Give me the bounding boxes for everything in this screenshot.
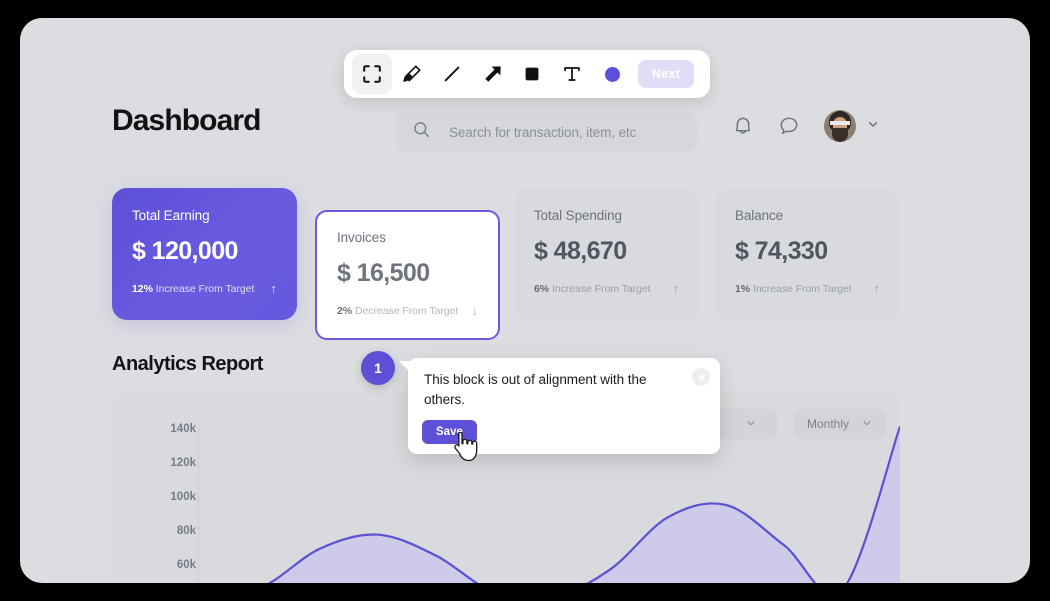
trend-up-arrow-icon: ↑: [270, 281, 278, 296]
search-icon: [412, 120, 431, 144]
screenshot-root: Dashboard Search for transaction, item, …: [0, 0, 1050, 601]
frame-select-icon[interactable]: [352, 54, 392, 94]
card-footer: 6% Increase From Target ↑: [534, 282, 679, 295]
card-value: $ 120,000: [132, 237, 238, 265]
card-delta: 6%: [534, 282, 550, 295]
chevron-down-icon[interactable]: [866, 117, 880, 136]
arrow-icon[interactable]: [472, 54, 512, 94]
page-title: Dashboard: [112, 104, 262, 137]
card-label: Total Earning: [132, 208, 210, 223]
chat-icon[interactable]: [778, 115, 800, 137]
app-header: Dashboard Search for transaction, item, …: [20, 90, 1030, 176]
avatar: [824, 110, 856, 142]
analytics-title: Analytics Report: [112, 353, 263, 375]
next-button[interactable]: Next: [638, 60, 694, 88]
header-actions: [732, 110, 880, 142]
app-canvas: Dashboard Search for transaction, item, …: [20, 18, 1030, 583]
line-icon[interactable]: [432, 54, 472, 94]
stat-card-invoices[interactable]: Invoices $ 16,500 2% Decrease From Targe…: [315, 210, 500, 340]
card-label: Invoices: [337, 230, 386, 245]
chart-y-axis: 140k 120k 100k 80k 60k: [134, 423, 196, 571]
card-delta-text: Increase From Target: [551, 282, 651, 295]
y-tick: 60k: [176, 559, 196, 571]
card-delta-text: Increase From Target: [752, 282, 852, 295]
card-label: Balance: [735, 208, 784, 223]
y-tick: 120k: [170, 457, 196, 469]
trend-down-arrow-icon: ↓: [471, 303, 479, 318]
card-footer: 1% Increase From Target ↑: [735, 282, 880, 295]
comment-popup[interactable]: This block is out of alignment with the …: [399, 358, 720, 454]
card-value: $ 74,330: [735, 237, 828, 265]
close-icon[interactable]: [692, 368, 710, 386]
user-menu[interactable]: [824, 110, 880, 142]
card-delta: 12%: [132, 282, 153, 295]
card-delta: 2%: [337, 304, 353, 317]
search-placeholder: Search for transaction, item, etc: [449, 124, 637, 140]
highlighter-icon[interactable]: [392, 54, 432, 94]
y-tick: 140k: [170, 423, 196, 435]
card-value: $ 16,500: [337, 259, 430, 287]
search-input[interactable]: Search for transaction, item, etc: [396, 111, 697, 153]
annotation-toolbar: Next: [344, 50, 710, 98]
card-delta: 1%: [735, 282, 751, 295]
square-icon[interactable]: [512, 54, 552, 94]
card-value: $ 48,670: [534, 237, 627, 265]
color-swatch-icon[interactable]: [592, 54, 632, 94]
card-footer: 2% Decrease From Target ↓: [337, 304, 478, 317]
stat-card-total-earning[interactable]: Total Earning $ 120,000 12% Increase Fro…: [112, 188, 297, 320]
text-icon[interactable]: [552, 54, 592, 94]
card-footer: 12% Increase From Target ↑: [132, 282, 277, 295]
chart-axis-line: [198, 427, 199, 583]
y-tick: 80k: [176, 525, 196, 537]
card-delta-text: Increase From Target: [155, 282, 255, 295]
trend-up-arrow-icon: ↑: [873, 281, 881, 296]
save-button[interactable]: Save: [422, 420, 477, 444]
trend-up-arrow-icon: ↑: [672, 281, 680, 296]
comment-text: This block is out of alignment with the …: [424, 372, 647, 407]
card-delta-text: Decrease From Target: [354, 304, 459, 317]
bell-icon[interactable]: [732, 114, 754, 138]
stat-card-total-spending[interactable]: Total Spending $ 48,670 6% Increase From…: [514, 188, 699, 320]
comment-badge[interactable]: 1: [361, 351, 395, 385]
y-tick: 100k: [170, 491, 196, 503]
stat-card-balance[interactable]: Balance $ 74,330 1% Increase From Target…: [715, 188, 900, 320]
card-label: Total Spending: [534, 208, 622, 223]
